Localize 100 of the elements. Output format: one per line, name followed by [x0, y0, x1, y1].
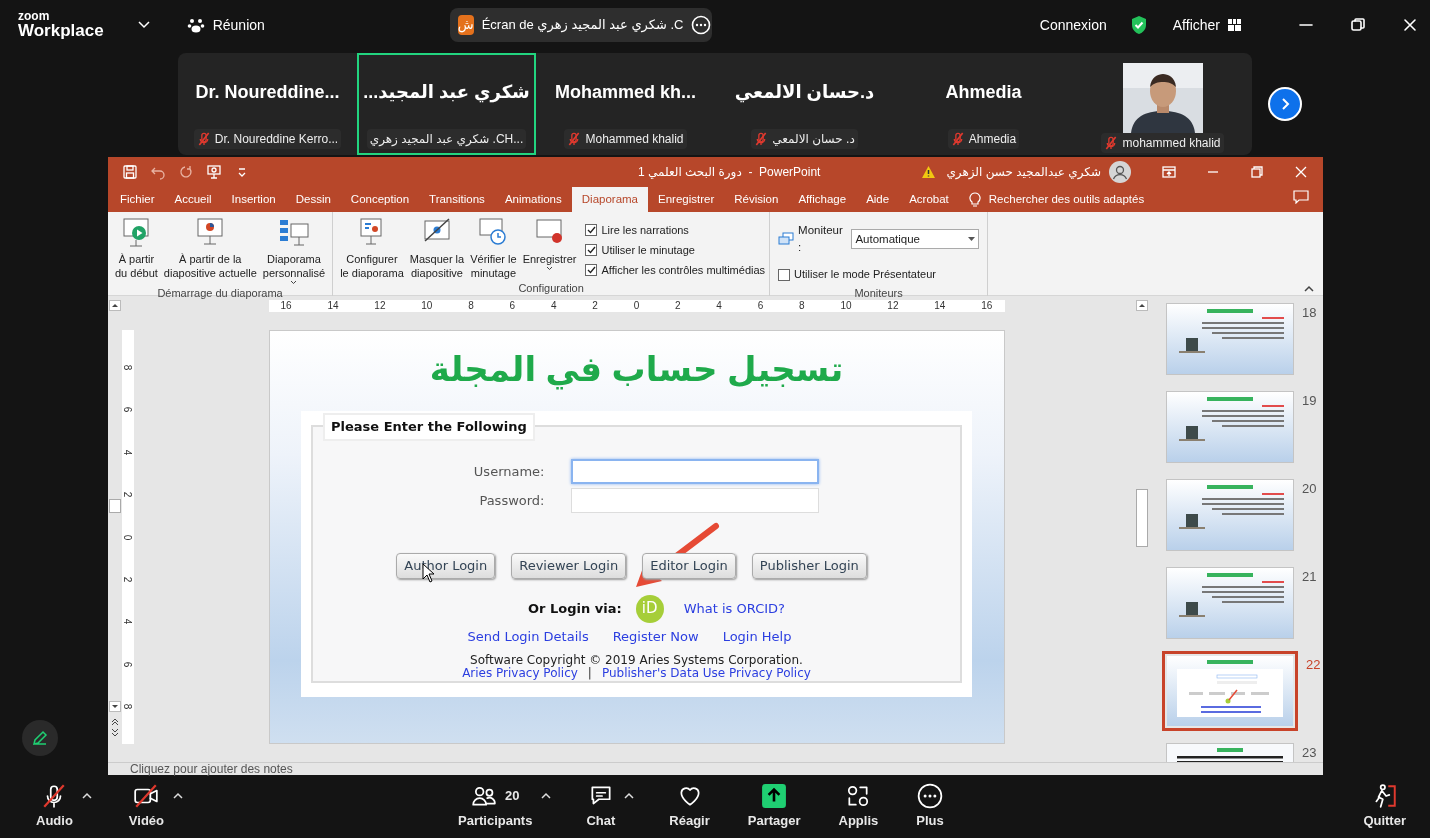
- slide-number: 22: [1306, 656, 1322, 674]
- next-slide-icon[interactable]: [110, 728, 120, 738]
- apps-button[interactable]: Applis: [832, 782, 885, 831]
- ribbon-tab[interactable]: Animations: [494, 187, 572, 212]
- more-icon[interactable]: [691, 15, 712, 35]
- copyright-text: Software Copyright © 2019 Aries Systems Corporation.: [470, 654, 803, 667]
- caret-up-icon: [80, 791, 93, 800]
- participant-tile[interactable]: Mohammed kh... Mohammed khalid: [536, 53, 715, 155]
- leave-button[interactable]: Quitter: [1357, 782, 1412, 831]
- ruler-number: 4: [121, 618, 135, 625]
- ribbon-tab[interactable]: Affichage: [788, 187, 857, 212]
- chat-button[interactable]: Chat: [580, 782, 622, 831]
- ribbon-tab[interactable]: Acrobat: [899, 187, 959, 212]
- ribbon-button[interactable]: Diaporama personnalisé: [259, 216, 329, 285]
- ribbon-button[interactable]: À partir de la diapositive actuelle: [160, 216, 260, 285]
- field-label: Password:: [478, 491, 545, 510]
- presentation-icon[interactable]: [206, 164, 222, 180]
- ribbon-tab[interactable]: Enregistrer: [648, 187, 725, 212]
- login-button[interactable]: Publisher Login: [751, 553, 867, 579]
- slide-thumbnail[interactable]: [1166, 567, 1294, 639]
- signin-link[interactable]: Connexion: [1038, 13, 1108, 37]
- help-link[interactable]: Register Now: [612, 626, 699, 646]
- share-indicator[interactable]: ش Écran de شكري عبد المجيد زهري .C: [449, 8, 712, 42]
- restore-icon[interactable]: [1350, 17, 1366, 33]
- next-page-button[interactable]: [1268, 87, 1302, 121]
- input-field[interactable]: [570, 459, 819, 484]
- ribbon-tab[interactable]: Révision: [724, 187, 789, 212]
- comment-icon[interactable]: [1293, 190, 1309, 204]
- slide-thumbnail[interactable]: [1166, 479, 1294, 551]
- scroll-up-icon[interactable]: [1135, 300, 1148, 311]
- checkbox[interactable]: Utiliser le minutage: [585, 240, 766, 260]
- audio-button[interactable]: Audio: [30, 782, 79, 831]
- privacy-link[interactable]: Publisher's Data Use Privacy Policy: [601, 667, 811, 680]
- notes-field[interactable]: Cliquez pour ajouter des notes: [108, 762, 1323, 775]
- previous-slide-icon[interactable]: [110, 716, 120, 726]
- ribbon-tab[interactable]: Transitions: [419, 187, 495, 212]
- participant-label: Mohammed khalid: [585, 131, 684, 148]
- save-icon[interactable]: [122, 164, 138, 180]
- form-legend: Please Enter the Following: [323, 413, 535, 441]
- warning-icon[interactable]: [921, 165, 937, 179]
- login-button[interactable]: Reviewer Login: [511, 553, 627, 579]
- slide-thumbnail[interactable]: [1166, 303, 1294, 375]
- chevron-down-icon[interactable]: [137, 21, 150, 29]
- redo-icon[interactable]: [178, 164, 194, 180]
- shield-check-icon[interactable]: [1129, 15, 1148, 35]
- annotate-button[interactable]: [22, 720, 58, 756]
- slide-thumbnail[interactable]: [1162, 651, 1298, 731]
- avatar-icon[interactable]: [1109, 161, 1131, 183]
- ribbon-button[interactable]: Vérifier le minutage: [467, 216, 520, 280]
- ribbon-button[interactable]: Masquer la diapositive: [406, 216, 468, 280]
- react-button[interactable]: Réagir: [663, 782, 716, 831]
- help-link[interactable]: Send Login Details: [467, 626, 589, 646]
- link-separator: |: [587, 667, 592, 680]
- checkmark-icon: [586, 226, 596, 234]
- meeting-button[interactable]: Réunion: [185, 13, 266, 37]
- video-button[interactable]: Vidéo: [122, 782, 170, 831]
- search-field[interactable]: Rechercher des outils adaptés: [988, 190, 1145, 209]
- close-icon[interactable]: [1402, 17, 1418, 33]
- ribbon-tab[interactable]: Diaporama: [571, 187, 648, 212]
- ribbon-tab[interactable]: Dessin: [285, 187, 341, 212]
- monitor-dropdown[interactable]: Automatique: [851, 229, 980, 250]
- ribbon-tab[interactable]: Aide: [856, 187, 900, 212]
- checkbox[interactable]: Utiliser le mode Présentateur: [778, 264, 980, 285]
- input-field[interactable]: [570, 488, 819, 513]
- ruler-number: 10: [840, 300, 852, 312]
- caret-up-icon: [540, 791, 553, 800]
- orcid-link[interactable]: What is ORCID?: [683, 598, 785, 619]
- ribbon-button[interactable]: Enregistrer: [519, 216, 580, 280]
- ruler-number: 2: [121, 491, 135, 498]
- monitor-icon: [778, 232, 795, 247]
- ribbon-tab[interactable]: Fichier: [110, 187, 165, 212]
- ribbon-tab[interactable]: Insertion: [221, 187, 286, 212]
- ribbon-tab[interactable]: Accueil: [164, 187, 222, 212]
- scroll-up-icon[interactable]: [109, 300, 121, 311]
- ribbon-tab[interactable]: Conception: [340, 187, 420, 212]
- help-link[interactable]: Login Help: [722, 626, 792, 646]
- collapse-ribbon-icon[interactable]: [1303, 285, 1315, 293]
- lightbulb-icon: [968, 191, 981, 208]
- participant-tile[interactable]: شكري عبد المجيد... شكري عبد المجيد زهري .CH...: [357, 53, 536, 155]
- privacy-link[interactable]: Aries Privacy Policy: [462, 667, 578, 680]
- scroll-thumb[interactable]: [1135, 489, 1148, 547]
- share-button[interactable]: Partager: [741, 782, 807, 831]
- participant-tile[interactable]: mohammed khalid: [1073, 53, 1252, 155]
- more-button[interactable]: Plus: [910, 782, 950, 831]
- ruler-number: 14: [327, 300, 339, 312]
- slide-thumbnail[interactable]: [1166, 391, 1294, 463]
- view-button[interactable]: Afficher: [1171, 13, 1242, 37]
- paw-icon: [186, 16, 205, 34]
- checkbox[interactable]: Lire les narrations: [585, 220, 766, 240]
- scroll-down-icon[interactable]: [109, 701, 121, 712]
- checkbox[interactable]: Afficher les contrôles multimédias: [585, 260, 766, 280]
- ribbon-display-icon[interactable]: [1161, 164, 1177, 180]
- login-button[interactable]: Editor Login: [642, 553, 736, 579]
- ribbon-button[interactable]: À partir du début: [112, 216, 161, 285]
- participant-tile[interactable]: Dr. Noureddine... Dr. Noureddine Kerro...: [178, 53, 357, 155]
- participants-button[interactable]: 20 Participants: [452, 782, 539, 831]
- participant-tile[interactable]: Ahmedia Ahmedia: [894, 53, 1073, 155]
- ribbon-button[interactable]: Configurer le diaporama: [337, 216, 407, 280]
- participant-tile[interactable]: د.حسان الالمعي د. حسان الالمعي: [715, 53, 894, 155]
- scroll-thumb[interactable]: [109, 499, 121, 513]
